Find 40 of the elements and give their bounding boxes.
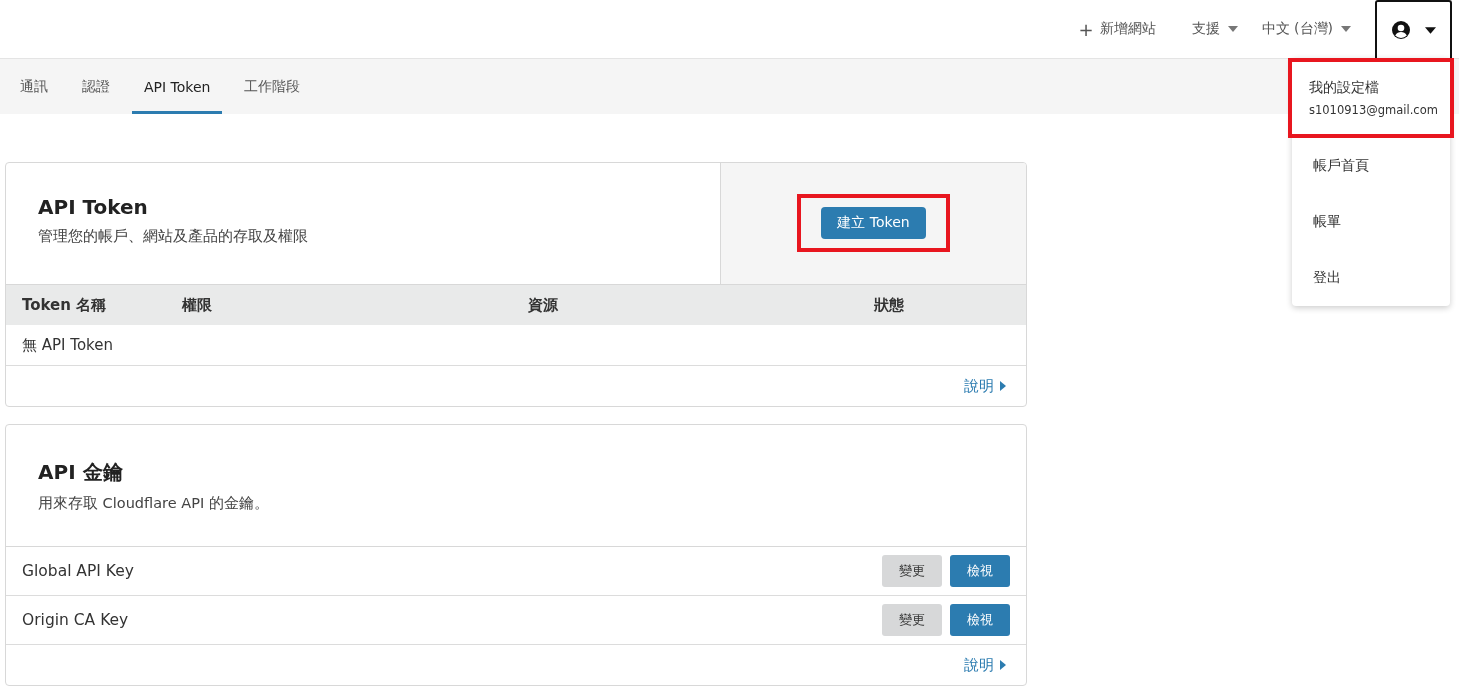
menu-item[interactable]: 登出	[1292, 250, 1450, 306]
menu-item[interactable]: 我的設定檔 s1010913@gmail.com	[1288, 58, 1454, 138]
tab[interactable]: 工作階段	[232, 59, 313, 114]
card-description: 管理您的帳戶、網站及產品的存取及權限	[38, 227, 309, 246]
action-button[interactable]: 變更	[882, 555, 942, 587]
menu-item[interactable]: 帳單	[1292, 194, 1450, 250]
tab[interactable]: 認證	[70, 59, 122, 114]
caret-icon	[1341, 26, 1351, 32]
action-button[interactable]: 變更	[882, 604, 942, 636]
card-title: API 金鑰	[38, 459, 124, 486]
key-name: Global API Key	[22, 562, 134, 580]
tab[interactable]: API Token	[132, 59, 223, 114]
card-title: API Token	[38, 195, 149, 219]
column-header: 資源	[528, 295, 559, 315]
empty-message: 無 API Token	[22, 335, 113, 355]
help-link[interactable]: 說明	[964, 376, 1006, 396]
user-menu-button[interactable]	[1375, 0, 1452, 59]
menu-item-label: 我的設定檔	[1309, 79, 1380, 97]
help-link[interactable]: 說明	[964, 655, 1006, 675]
menu-item-label: 帳單	[1313, 213, 1342, 231]
column-header: 狀態	[874, 295, 905, 315]
action-button[interactable]: 檢視	[950, 555, 1010, 587]
tab[interactable]: 通訊	[8, 59, 60, 114]
card-description: 用來存取 Cloudflare API 的金鑰。	[38, 494, 270, 513]
user-icon	[1391, 20, 1411, 40]
create-token-button[interactable]: 建立 Token	[821, 206, 926, 239]
key-name: Origin CA Key	[22, 611, 129, 629]
menu-item[interactable]: 帳戶首頁	[1292, 138, 1450, 194]
caret-icon	[1425, 26, 1436, 34]
caret-icon	[1227, 26, 1238, 32]
menu-item-label: 帳戶首頁	[1313, 157, 1370, 175]
add-site-link[interactable]: + 新增網站	[1078, 18, 1156, 40]
menu-item-label: 登出	[1313, 269, 1342, 287]
column-header: Token 名稱	[22, 295, 108, 315]
nav-menu[interactable]: 支援	[1191, 20, 1238, 38]
nav-menu[interactable]: 中文 (台灣)	[1261, 20, 1351, 38]
action-button[interactable]: 檢視	[950, 604, 1010, 636]
caret-right-icon	[1000, 660, 1006, 670]
caret-right-icon	[1000, 381, 1006, 391]
column-header: 權限	[182, 295, 213, 315]
